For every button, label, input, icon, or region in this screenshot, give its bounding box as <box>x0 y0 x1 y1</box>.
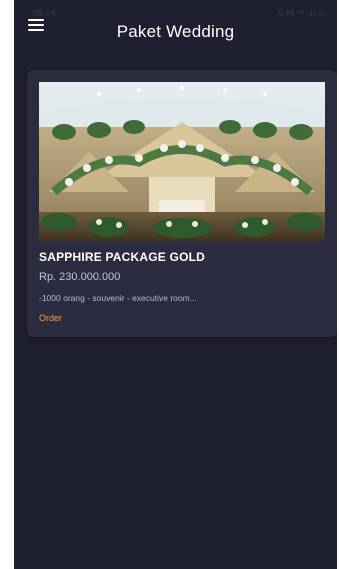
app-screen: 08.04 0 M ᵃᵗˡ .ıl ▭ Paket Wedding SAPPHI… <box>14 0 337 569</box>
page-title: Paket Wedding <box>116 22 235 41</box>
package-card[interactable]: SAPPHIRE PACKAGE GOLD Rp. 230.000.000 -1… <box>27 70 337 337</box>
package-description: -1000 orang - souvenir - executive room.… <box>39 293 197 303</box>
package-name: SAPPHIRE PACKAGE GOLD <box>39 250 205 264</box>
wedding-stage-photo <box>39 82 325 241</box>
package-price: Rp. 230.000.000 <box>39 271 121 283</box>
order-button[interactable]: Order <box>39 313 62 323</box>
app-bar: Paket Wedding <box>14 12 337 56</box>
